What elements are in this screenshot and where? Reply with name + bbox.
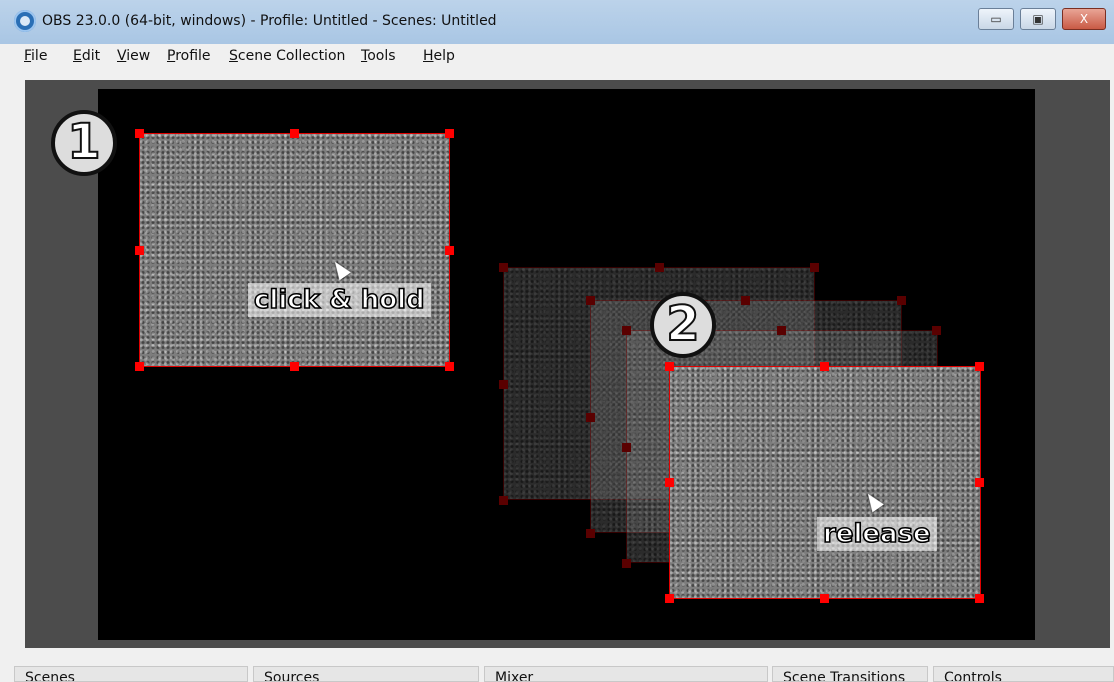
ghost-handle <box>622 443 631 452</box>
resize-handle[interactable] <box>975 478 984 487</box>
release-label: release <box>817 517 937 551</box>
resize-handle[interactable] <box>665 362 674 371</box>
ghost-handle <box>499 496 508 505</box>
step-2-badge: 2 <box>650 292 716 358</box>
window-controls: ▭ ▣ X <box>978 8 1106 30</box>
resize-handle[interactable] <box>975 362 984 371</box>
ghost-handle <box>499 380 508 389</box>
resize-handle[interactable] <box>135 246 144 255</box>
menu-help[interactable]: Help <box>423 48 455 64</box>
ghost-handle <box>655 263 664 272</box>
dock-scene-transitions[interactable]: Scene Transitions <box>772 666 928 682</box>
maximize-button[interactable]: ▣ <box>1020 8 1056 30</box>
dock-controls[interactable]: Controls <box>933 666 1114 682</box>
menu-bar: File Edit View Profile Scene Collection … <box>0 44 1114 70</box>
ghost-handle <box>622 326 631 335</box>
menu-scene-collection[interactable]: Scene Collection <box>229 48 345 64</box>
menu-profile[interactable]: Profile <box>167 48 211 64</box>
ghost-handle <box>777 326 786 335</box>
resize-handle[interactable] <box>665 594 674 603</box>
resize-handle[interactable] <box>820 362 829 371</box>
resize-handle[interactable] <box>135 362 144 371</box>
dock-scenes[interactable]: Scenes <box>14 666 248 682</box>
click-hold-label: click & hold <box>248 283 431 317</box>
resize-handle[interactable] <box>445 362 454 371</box>
minimize-button[interactable]: ▭ <box>978 8 1014 30</box>
resize-handle[interactable] <box>665 478 674 487</box>
source-box-end[interactable] <box>669 366 981 599</box>
dock-sources[interactable]: Sources <box>253 666 479 682</box>
step-1-badge: 1 <box>51 110 117 176</box>
resize-handle[interactable] <box>975 594 984 603</box>
menu-edit[interactable]: Edit <box>73 48 100 64</box>
dock-mixer[interactable]: Mixer <box>484 666 768 682</box>
source-box-start[interactable] <box>139 133 450 367</box>
menu-file[interactable]: File <box>24 48 47 64</box>
resize-handle[interactable] <box>290 362 299 371</box>
resize-handle[interactable] <box>820 594 829 603</box>
window-title: OBS 23.0.0 (64-bit, windows) - Profile: … <box>42 13 497 29</box>
ghost-handle <box>932 326 941 335</box>
ghost-handle <box>897 296 906 305</box>
obs-logo-icon <box>14 10 36 32</box>
close-button[interactable]: X <box>1062 8 1106 30</box>
ghost-handle <box>586 529 595 538</box>
dock-bar: Scenes Sources Mixer Scene Transitions C… <box>0 666 1114 682</box>
ghost-handle <box>622 559 631 568</box>
ghost-handle <box>810 263 819 272</box>
resize-handle[interactable] <box>135 129 144 138</box>
resize-handle[interactable] <box>445 246 454 255</box>
ghost-handle <box>741 296 750 305</box>
resize-handle[interactable] <box>290 129 299 138</box>
title-bar: OBS 23.0.0 (64-bit, windows) - Profile: … <box>0 0 1114 45</box>
ghost-handle <box>586 296 595 305</box>
resize-handle[interactable] <box>445 129 454 138</box>
menu-view[interactable]: View <box>117 48 150 64</box>
ghost-handle <box>499 263 508 272</box>
ghost-handle <box>586 413 595 422</box>
menu-tools[interactable]: Tools <box>361 48 396 64</box>
